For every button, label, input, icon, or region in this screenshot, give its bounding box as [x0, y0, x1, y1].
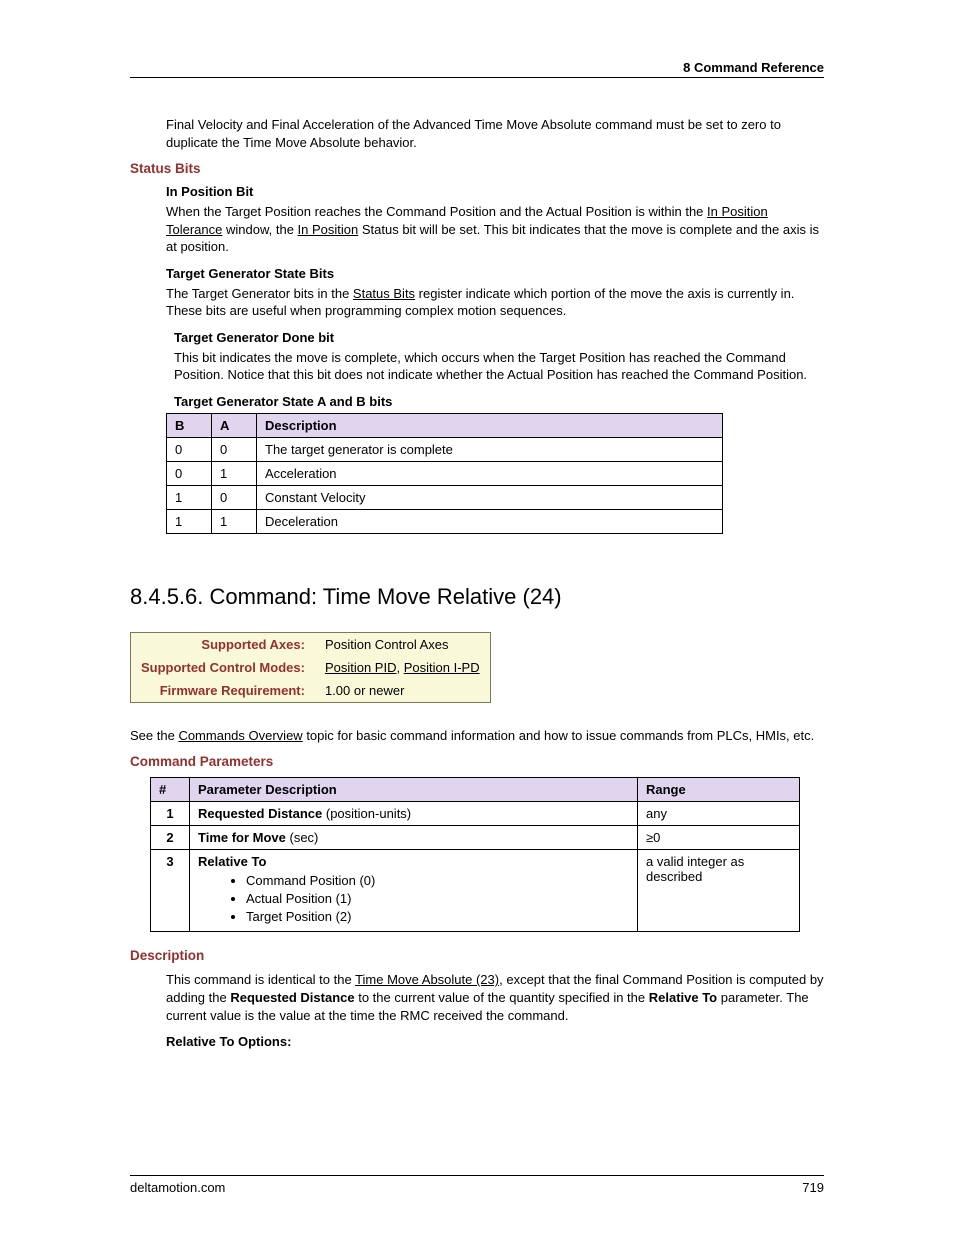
table-row: 1 1 Deceleration — [167, 509, 723, 533]
table-row: 0 0 The target generator is complete — [167, 437, 723, 461]
in-position-bit-heading: In Position Bit — [166, 184, 824, 199]
cell-b: 0 — [167, 461, 212, 485]
table-header-b: B — [167, 413, 212, 437]
table-header-a: A — [212, 413, 257, 437]
time-move-absolute-link[interactable]: Time Move Absolute (23) — [355, 972, 499, 987]
table-header-desc: Description — [257, 413, 723, 437]
table-row: 2 Time for Move (sec) ≥0 — [151, 826, 800, 850]
supported-modes-label: Supported Control Modes: — [131, 656, 315, 679]
overview-paragraph: See the Commands Overview topic for basi… — [130, 727, 824, 745]
param-range: ≥0 — [638, 826, 800, 850]
param-name: Time for Move — [198, 830, 286, 845]
bold-text: Requested Distance — [230, 990, 354, 1005]
param-qual: (sec) — [286, 830, 319, 845]
cell-desc: Deceleration — [257, 509, 723, 533]
list-item: Actual Position (1) — [246, 891, 629, 906]
description-heading: Description — [130, 948, 824, 963]
supported-axes-label: Supported Axes: — [131, 632, 315, 656]
cell-desc: Constant Velocity — [257, 485, 723, 509]
text-fragment: , — [396, 660, 403, 675]
table-row: 1 0 Constant Velocity — [167, 485, 723, 509]
param-range: any — [638, 802, 800, 826]
in-position-link[interactable]: In Position — [298, 222, 359, 237]
description-text: This command is identical to the Time Mo… — [166, 971, 824, 1024]
param-name: Requested Distance — [198, 806, 322, 821]
parameters-table: # Parameter Description Range 1 Requeste… — [150, 777, 800, 932]
table-header-desc: Parameter Description — [190, 778, 638, 802]
text-fragment: See the — [130, 728, 178, 743]
position-ipd-link[interactable]: Position I-PD — [404, 660, 480, 675]
param-qual: (position-units) — [322, 806, 411, 821]
cell-a: 0 — [212, 485, 257, 509]
text-fragment: This command is identical to the — [166, 972, 355, 987]
page-footer: deltamotion.com 719 — [130, 1175, 824, 1195]
command-info-box: Supported Axes: Position Control Axes Su… — [130, 632, 491, 703]
target-generator-ab-heading: Target Generator State A and B bits — [174, 394, 824, 409]
table-row: 1 Requested Distance (position-units) an… — [151, 802, 800, 826]
text-fragment: When the Target Position reaches the Com… — [166, 204, 707, 219]
text-fragment: window, the — [222, 222, 297, 237]
cell-a: 0 — [212, 437, 257, 461]
param-desc: Time for Move (sec) — [190, 826, 638, 850]
footer-domain: deltamotion.com — [130, 1180, 225, 1195]
list-item: Target Position (2) — [246, 909, 629, 924]
status-bits-link[interactable]: Status Bits — [353, 286, 415, 301]
table-header-range: Range — [638, 778, 800, 802]
position-pid-link[interactable]: Position PID — [325, 660, 397, 675]
cell-b: 1 — [167, 509, 212, 533]
list-item: Command Position (0) — [246, 873, 629, 888]
cell-desc: The target generator is complete — [257, 437, 723, 461]
cell-a: 1 — [212, 509, 257, 533]
table-header-num: # — [151, 778, 190, 802]
bold-text: Relative To — [649, 990, 717, 1005]
cell-desc: Acceleration — [257, 461, 723, 485]
target-generator-done-heading: Target Generator Done bit — [174, 330, 824, 345]
text-fragment: The Target Generator bits in the — [166, 286, 353, 301]
table-row: 3 Relative To Command Position (0) Actua… — [151, 850, 800, 932]
param-num: 3 — [151, 850, 190, 932]
text-fragment: to the current value of the quantity spe… — [355, 990, 649, 1005]
page-number: 719 — [802, 1180, 824, 1195]
page-header: 8 Command Reference — [130, 60, 824, 78]
intro-paragraph: Final Velocity and Final Acceleration of… — [166, 116, 824, 151]
relative-to-options-list: Command Position (0) Actual Position (1)… — [198, 873, 629, 924]
supported-axes-value: Position Control Axes — [315, 632, 490, 656]
param-num: 2 — [151, 826, 190, 850]
supported-modes-value: Position PID, Position I-PD — [315, 656, 490, 679]
cell-a: 1 — [212, 461, 257, 485]
firmware-req-label: Firmware Requirement: — [131, 679, 315, 703]
command-parameters-heading: Command Parameters — [130, 754, 824, 769]
param-num: 1 — [151, 802, 190, 826]
in-position-bit-text: When the Target Position reaches the Com… — [166, 203, 824, 256]
commands-overview-link[interactable]: Commands Overview — [178, 728, 302, 743]
section-heading: 8.4.5.6. Command: Time Move Relative (24… — [130, 584, 824, 610]
cell-b: 1 — [167, 485, 212, 509]
cell-b: 0 — [167, 437, 212, 461]
target-generator-state-bits-heading: Target Generator State Bits — [166, 266, 824, 281]
target-generator-state-bits-text: The Target Generator bits in the Status … — [166, 285, 824, 320]
table-row: 0 1 Acceleration — [167, 461, 723, 485]
state-bits-table: B A Description 0 0 The target generator… — [166, 413, 723, 534]
relative-to-options-heading: Relative To Options: — [166, 1034, 824, 1049]
target-generator-done-text: This bit indicates the move is complete,… — [174, 349, 824, 384]
param-range: a valid integer as described — [638, 850, 800, 932]
text-fragment: topic for basic command information and … — [303, 728, 815, 743]
firmware-req-value: 1.00 or newer — [315, 679, 490, 703]
status-bits-heading: Status Bits — [130, 161, 824, 176]
param-name: Relative To — [198, 854, 266, 869]
param-desc: Relative To Command Position (0) Actual … — [190, 850, 638, 932]
param-desc: Requested Distance (position-units) — [190, 802, 638, 826]
